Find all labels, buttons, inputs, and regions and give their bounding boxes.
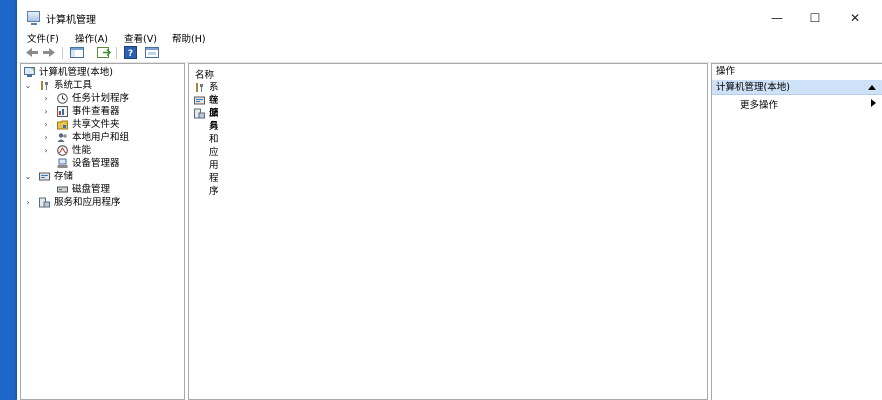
title-bar: 计算机管理 — ☐ ✕ — [17, 0, 882, 30]
tree-item-label: 事件查看器 — [72, 106, 120, 117]
more-actions-item[interactable]: 更多操作 — [740, 97, 778, 111]
tree-item-label: 磁盘管理 — [72, 183, 111, 196]
tree-item-label: 存储 — [54, 171, 74, 182]
shared-folder-icon — [57, 120, 68, 130]
window-title: 计算机管理 — [46, 15, 96, 26]
actions-pane: 操作 计算机管理(本地) 更多操作 — [711, 63, 882, 400]
collapse-arrow-icon[interactable] — [868, 85, 876, 90]
list-item-label: 服务和应用程序 — [209, 108, 219, 197]
expand-chevron-icon[interactable]: › — [42, 144, 50, 157]
maximize-button[interactable]: ☐ — [800, 8, 830, 28]
disk-management-icon — [57, 186, 68, 193]
minimize-button[interactable]: — — [762, 8, 792, 28]
services-icon — [39, 197, 50, 208]
help-icon[interactable]: ? — [124, 46, 138, 59]
menu-view[interactable]: 查看(V) — [124, 31, 157, 45]
desktop-background — [0, 0, 17, 400]
column-header-name[interactable]: 名称 — [195, 67, 214, 81]
clock-icon — [57, 93, 68, 104]
tree-item-label: 任务计划程序 — [72, 93, 130, 104]
expand-chevron-icon[interactable]: ⌄ — [24, 79, 32, 92]
computer-management-icon — [24, 67, 35, 77]
expand-chevron-icon[interactable]: › — [42, 118, 50, 131]
close-button[interactable]: ✕ — [840, 8, 870, 28]
tree-item-label: 服务和应用程序 — [54, 197, 121, 208]
tree-item-label: 性能 — [72, 145, 92, 156]
menu-bar: 文件(F) 操作(A) 查看(V) 帮助(H) — [17, 30, 882, 45]
storage-icon — [194, 96, 205, 105]
actions-section-computer-management[interactable]: 计算机管理(本地) — [712, 80, 882, 95]
results-pane: 名称 系统工具 存储 服务和应用程序 — [188, 63, 708, 400]
tree-root-label: 计算机管理(本地) — [39, 67, 113, 78]
expand-chevron-icon[interactable]: › — [42, 105, 50, 118]
toolbar-separator — [116, 47, 117, 59]
menu-help[interactable]: 帮助(H) — [172, 31, 206, 45]
event-viewer-icon — [57, 106, 68, 117]
menu-action[interactable]: 操作(A) — [75, 31, 108, 45]
expand-chevron-icon[interactable]: ⌄ — [24, 170, 32, 183]
services-icon — [194, 108, 205, 119]
export-list-icon[interactable] — [97, 46, 111, 59]
tree-item-label: 共享文件夹 — [72, 119, 120, 130]
computer-management-icon — [27, 11, 40, 25]
tree-item-label: 设备管理器 — [72, 158, 120, 169]
console-tree-pane: 计算机管理(本地) ⌄ 系统工具 › 任务计划程序 › 事件查看器 › 共享文件… — [20, 63, 185, 400]
submenu-arrow-icon[interactable] — [871, 99, 876, 107]
system-tools-icon — [196, 83, 203, 92]
performance-icon — [57, 145, 68, 156]
show-tree-icon[interactable] — [70, 46, 84, 59]
storage-icon — [39, 172, 50, 181]
actions-section-label: 计算机管理(本地) — [716, 82, 790, 93]
system-tools-icon — [41, 81, 48, 90]
properties-icon[interactable] — [145, 46, 159, 59]
computer-management-window: 计算机管理 — ☐ ✕ 文件(F) 操作(A) 查看(V) 帮助(H) ? 计算… — [17, 0, 882, 400]
svg-text:?: ? — [128, 49, 133, 59]
device-manager-icon — [57, 158, 68, 168]
actions-header: 操作 — [716, 66, 736, 77]
forward-arrow-icon[interactable] — [42, 46, 56, 59]
menu-file[interactable]: 文件(F) — [27, 31, 59, 45]
tree-item-label: 系统工具 — [54, 80, 93, 91]
expand-chevron-icon[interactable]: › — [42, 92, 50, 105]
toolbar-separator — [62, 47, 63, 59]
back-arrow-icon[interactable] — [25, 46, 39, 59]
toolbar: ? — [17, 44, 882, 63]
expand-chevron-icon[interactable]: › — [42, 131, 50, 144]
users-icon — [57, 133, 67, 142]
expand-chevron-icon[interactable]: › — [24, 196, 32, 209]
tree-item-label: 本地用户和组 — [72, 132, 130, 143]
